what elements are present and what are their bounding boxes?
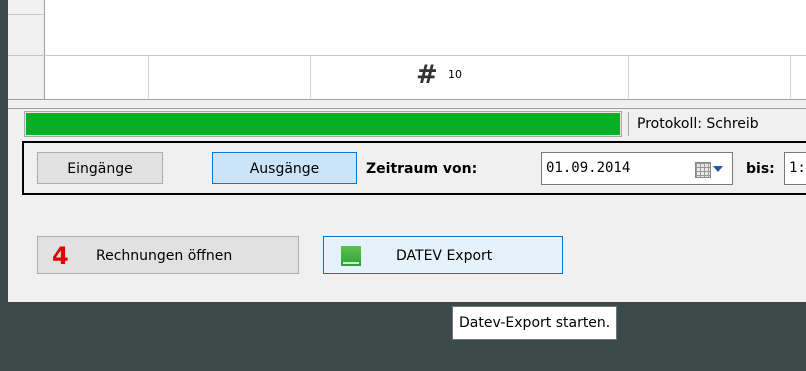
- grid-column-divider: [148, 56, 149, 98]
- row-count-symbol: #: [416, 60, 438, 90]
- incoming-button[interactable]: Eingänge: [37, 152, 163, 184]
- data-grid[interactable]: # 10: [8, 0, 806, 100]
- outgoing-button[interactable]: Ausgänge: [212, 152, 357, 184]
- date-to-value[interactable]: 1:: [789, 160, 806, 176]
- chevron-down-icon[interactable]: [713, 166, 723, 172]
- open-invoices-label: Rechnungen öffnen: [96, 248, 233, 264]
- grid-column-divider: [628, 56, 629, 98]
- tooltip: Datev-Export starten.: [452, 306, 618, 340]
- period-from-label: Zeitraum von:: [366, 161, 478, 177]
- invoice-count-badge: 4: [52, 242, 69, 270]
- progress-bar: [24, 111, 622, 137]
- calendar-icon[interactable]: [695, 162, 711, 178]
- datev-export-label: DATEV Export: [396, 248, 493, 264]
- date-from-picker[interactable]: 01.09.2014: [541, 152, 733, 185]
- date-from-value[interactable]: 01.09.2014: [546, 160, 630, 176]
- grid-column-divider: [790, 56, 791, 98]
- grid-column-divider: [310, 56, 311, 98]
- grid-line: [8, 14, 44, 15]
- datev-export-button[interactable]: DATEV Export: [323, 236, 563, 274]
- grid-line: [8, 55, 806, 56]
- filter-panel: Eingänge Ausgänge Zeitraum von: 01.09.20…: [22, 141, 806, 195]
- status-row: Protokoll: Schreib: [8, 108, 806, 140]
- protocol-status: Protokoll: Schreib: [628, 112, 806, 136]
- datev-logo-icon: [341, 246, 361, 266]
- row-count: 10: [448, 68, 462, 81]
- app-window: # 10 Protokoll: Schreib Eingänge Ausgäng…: [8, 0, 806, 302]
- progress-fill: [26, 113, 620, 135]
- period-to-label: bis:: [746, 161, 775, 177]
- date-to-picker[interactable]: 1:: [784, 152, 806, 185]
- open-invoices-button[interactable]: 4 Rechnungen öffnen: [37, 236, 299, 274]
